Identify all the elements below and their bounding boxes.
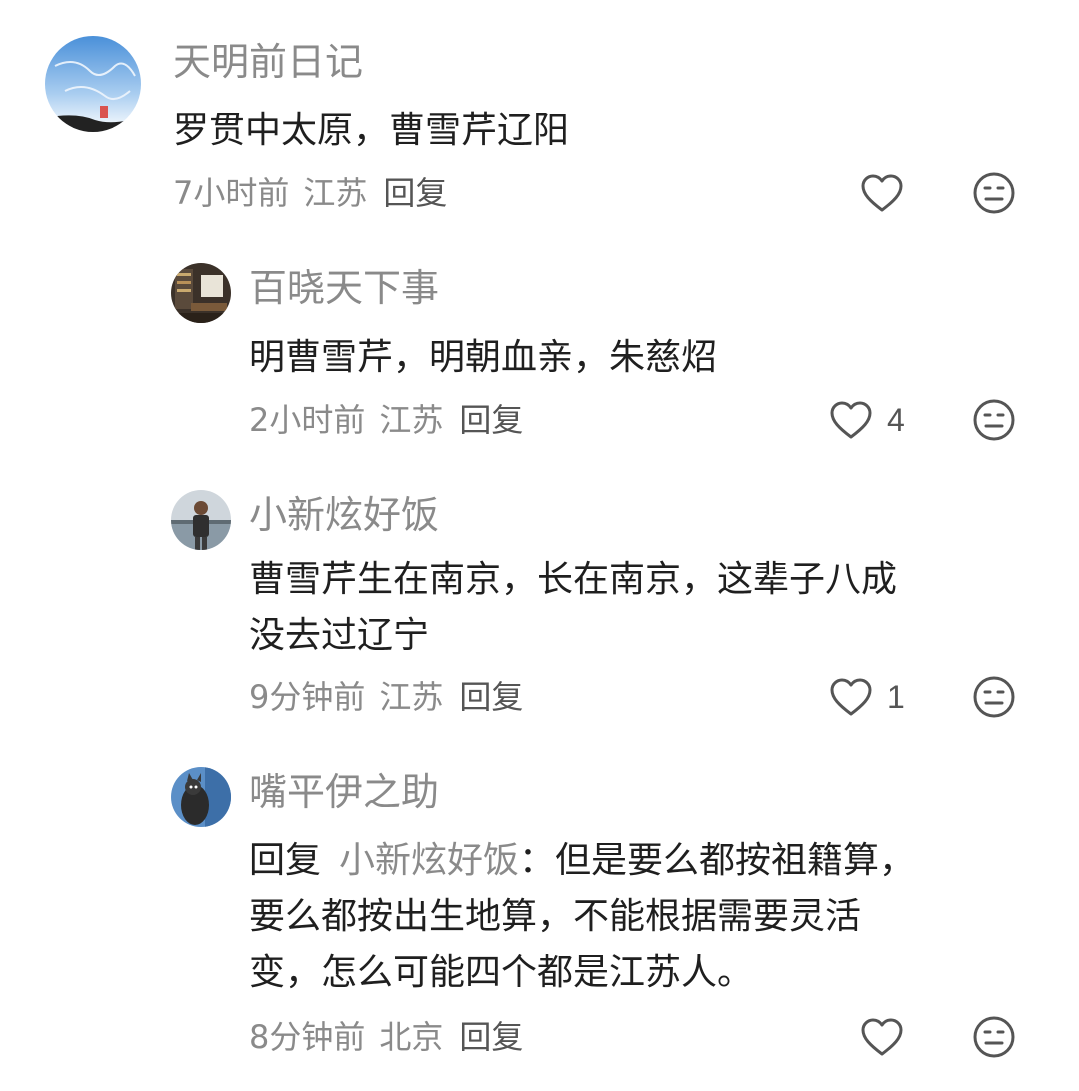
reply-prefix: 回复 xyxy=(249,840,322,881)
heart-outline-icon xyxy=(861,1018,903,1056)
username[interactable]: 百晓天下事 xyxy=(249,266,439,310)
meh-face-icon[interactable] xyxy=(972,171,1016,215)
comment-text-fragment: ：但是要么都按祖籍算， xyxy=(519,840,916,881)
like-button[interactable] xyxy=(860,1013,904,1061)
like-button[interactable] xyxy=(860,169,904,217)
username[interactable]: 嘴平伊之助 xyxy=(249,770,439,814)
avatar[interactable] xyxy=(45,36,141,132)
comment-text: 罗贯中太原，曹雪芹辽阳 xyxy=(173,110,570,151)
reply-button[interactable]: 回复 xyxy=(383,174,447,212)
avatar-image xyxy=(171,490,231,550)
comment-text-line: 回复 小新炫好饭：但是要么都按祖籍算， xyxy=(249,833,1039,889)
avatar-image xyxy=(171,263,231,323)
like-count: 1 xyxy=(887,678,905,715)
meh-face-icon[interactable] xyxy=(972,398,1016,442)
avatar[interactable] xyxy=(171,490,231,550)
heart-outline-icon xyxy=(861,174,903,212)
meh-face-icon[interactable] xyxy=(972,675,1016,719)
avatar-image xyxy=(45,36,141,132)
comment-meta: 8分钟前 北京 回复 xyxy=(249,1017,537,1057)
comment-text-line: 变，怎么可能四个都是江苏人。 xyxy=(249,952,754,993)
comment-text: 明曹雪芹，明朝血亲，朱慈炤 xyxy=(249,337,718,378)
comment-time: 2小时前 xyxy=(249,401,366,439)
like-button[interactable]: 1 xyxy=(829,673,905,721)
comment-text-line: 没去过辽宁 xyxy=(249,615,430,656)
comment-text-line: 要么都按出生地算，不能根据需要灵活 xyxy=(249,896,862,937)
avatar-image xyxy=(171,767,231,827)
comment-location: 江苏 xyxy=(379,678,444,716)
comment-text-line: 曹雪芹生在南京，长在南京，这辈子八成 xyxy=(249,559,898,600)
like-count: 4 xyxy=(887,401,905,438)
username[interactable]: 天明前日记 xyxy=(173,40,363,84)
comment-meta: 2小时前 江苏 回复 xyxy=(249,400,537,440)
comment-text: 回复 小新炫好饭：但是要么都按祖籍算， 要么都按出生地算，不能根据需要灵活 变，怎… xyxy=(249,833,1039,1001)
comment-time: 9分钟前 xyxy=(249,678,366,716)
like-button[interactable]: 4 xyxy=(829,396,905,444)
heart-outline-icon xyxy=(830,401,872,439)
comment-time: 7小时前 xyxy=(173,174,290,212)
comment-location: 江苏 xyxy=(379,401,444,439)
avatar[interactable] xyxy=(171,263,231,323)
comment-meta: 9分钟前 江苏 回复 xyxy=(249,677,537,717)
avatar[interactable] xyxy=(171,767,231,827)
reply-button[interactable]: 回复 xyxy=(459,1018,523,1056)
reply-button[interactable]: 回复 xyxy=(459,678,523,716)
comment-text: 曹雪芹生在南京，长在南京，这辈子八成 没去过辽宁 xyxy=(249,552,1029,664)
meh-face-icon[interactable] xyxy=(972,1015,1016,1059)
comment-time: 8分钟前 xyxy=(249,1018,366,1056)
username[interactable]: 小新炫好饭 xyxy=(249,493,439,537)
comment-meta: 7小时前 江苏 回复 xyxy=(173,173,461,213)
reply-target-username[interactable]: 小新炫好饭 xyxy=(339,840,519,881)
heart-outline-icon xyxy=(830,678,872,716)
comment-location: 江苏 xyxy=(303,174,368,212)
comment-location: 北京 xyxy=(379,1018,444,1056)
reply-button[interactable]: 回复 xyxy=(459,401,523,439)
